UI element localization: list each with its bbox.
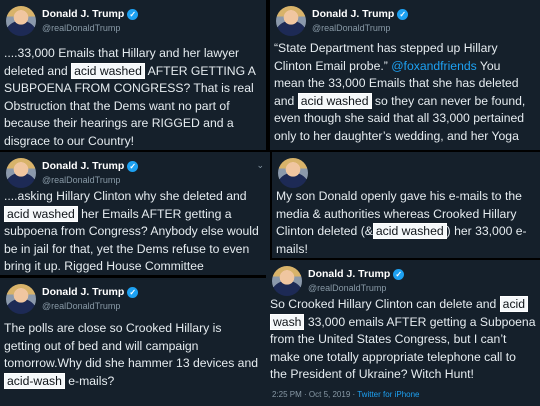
tweet-text: ....33,000 Emails that Hillary and her l… bbox=[4, 45, 266, 150]
highlighted-phrase: wash bbox=[270, 313, 305, 330]
highlighted-phrase: acid washed bbox=[372, 223, 447, 239]
avatar[interactable] bbox=[6, 284, 36, 314]
tweet-line: only to her daughter’s wedding, and her … bbox=[274, 128, 519, 143]
tweet-line: Clinton deleted (& acid washed) her 33,00… bbox=[276, 223, 527, 239]
author-handle[interactable]: @realDonaldTrump bbox=[42, 175, 120, 185]
tweet-line: and acid washed so they can never be fou… bbox=[274, 92, 526, 109]
tweet-timestamp: 2:25 PM · Oct 5, 2019 · Twitter for iPho… bbox=[272, 390, 419, 399]
tweet-text: The polls are close so Crooked Hillary i… bbox=[4, 320, 266, 390]
tweet-line: Clinton Email probe.” @foxandfriends You bbox=[274, 58, 501, 73]
verified-badge-icon: ✓ bbox=[127, 160, 139, 172]
tweet-line: mails! bbox=[276, 241, 308, 256]
tweet-line: Obstruction that the Dems want no part o… bbox=[4, 98, 230, 113]
tweet-text: My son Donald openly gave his e-mails to… bbox=[276, 188, 540, 258]
avatar[interactable] bbox=[6, 158, 36, 188]
tweet-line: acid washed her Emails AFTER getting a bbox=[4, 205, 270, 224]
tweet-line: disgrace to our Country! bbox=[4, 133, 135, 148]
tweet-line: be in jail for that, yet the Dems refuse… bbox=[4, 241, 250, 256]
highlighted-phrase: acid washed bbox=[71, 62, 145, 79]
tweet-text: So Crooked Hillary Clinton can delete an… bbox=[270, 296, 540, 384]
highlighted-phrase: acid bbox=[499, 296, 529, 312]
author-name[interactable]: Donald J. Trump ✓ bbox=[42, 286, 139, 298]
tweet-card[interactable]: Donald J. Trump ✓ @realDonaldTrump The po… bbox=[0, 278, 266, 406]
tweet-card[interactable]: Donald J. Trump ✓ @realDonaldTrump ⌄ ....… bbox=[0, 152, 270, 275]
tweet-line: even though she said that all 33,000 per… bbox=[274, 111, 525, 125]
tweet-line: “State Department has stepped up Hillary bbox=[274, 41, 498, 55]
tweet-line: The polls are close so Crooked Hillary i… bbox=[4, 321, 222, 335]
tweet-line: wash 33,000 emails AFTER getting a Subpo… bbox=[270, 313, 540, 332]
tweet-text: ....asking Hillary Clinton why she delet… bbox=[4, 188, 270, 275]
tweet-line: My son Donald openly gave his e-mails to… bbox=[276, 189, 522, 203]
avatar[interactable] bbox=[6, 6, 36, 36]
tweet-header: Donald J. Trump ✓ @realDonaldTrump bbox=[276, 6, 534, 40]
tweet-header: Donald J. Trump ✓ @realDonaldTrump bbox=[272, 266, 534, 300]
verified-badge-icon: ✓ bbox=[127, 8, 139, 20]
author-handle[interactable]: @realDonaldTrump bbox=[308, 283, 386, 293]
highlighted-phrase: acid-wash bbox=[4, 372, 65, 389]
tweet-line: deleted and acid washed AFTER GETTING A bbox=[4, 62, 256, 79]
tweet-line: SUBPOENA FROM CONGRESS? That is real bbox=[4, 81, 254, 95]
tweet-line: tomorrow.Why did she hammer 13 devices a… bbox=[4, 356, 259, 370]
avatar[interactable] bbox=[276, 6, 306, 36]
verified-badge-icon: ✓ bbox=[397, 8, 409, 20]
highlighted-phrase: acid washed bbox=[4, 205, 78, 222]
tweet-line: ....33,000 Emails that Hillary and her l… bbox=[4, 46, 240, 60]
tweet-card[interactable]: Donald J. Trump ✓ @realDonaldTrump “State… bbox=[270, 0, 540, 150]
author-name[interactable]: Donald J. Trump ✓ bbox=[308, 268, 405, 280]
mention-link[interactable]: @foxandfriends bbox=[391, 59, 477, 73]
avatar[interactable] bbox=[278, 158, 308, 188]
verified-badge-icon: ✓ bbox=[393, 268, 405, 280]
tweet-header bbox=[278, 158, 534, 192]
tweet-line: make one totally appropriate telephone c… bbox=[270, 349, 516, 364]
author-handle[interactable]: @realDonaldTrump bbox=[312, 23, 390, 33]
tweet-line: ....asking Hillary Clinton why she delet… bbox=[4, 189, 247, 203]
tweet-text: “State Department has stepped up Hillary… bbox=[274, 40, 540, 145]
author-name[interactable]: Donald J. Trump ✓ bbox=[312, 8, 409, 20]
tweet-line: the President of Ukraine? Witch Hunt! bbox=[270, 367, 474, 381]
author-name[interactable]: Donald J. Trump ✓ bbox=[42, 8, 139, 20]
tweet-card[interactable]: Donald J. Trump ✓ @realDonaldTrump So Cro… bbox=[266, 260, 540, 406]
tweet-card[interactable]: Donald J. Trump ✓ @realDonaldTrump ....33… bbox=[0, 0, 266, 150]
chevron-down-icon[interactable]: ⌄ bbox=[256, 160, 264, 171]
tweet-line: getting out of bed and will campaign bbox=[4, 338, 199, 353]
tweet-line: subpoena from Congress? Anybody else wou… bbox=[4, 224, 259, 238]
avatar[interactable] bbox=[272, 266, 302, 296]
tweet-line: from the United States Congress, but I c… bbox=[270, 332, 507, 346]
author-handle[interactable]: @realDonaldTrump bbox=[42, 301, 120, 311]
tweet-line: media & authorities whereas Crooked Hill… bbox=[276, 206, 517, 221]
author-name[interactable]: Donald J. Trump ✓ bbox=[42, 160, 139, 172]
timestamp-text[interactable]: 2:25 PM · Oct 5, 2019 · bbox=[272, 390, 357, 399]
tweet-card[interactable]: My son Donald openly gave his e-mails to… bbox=[272, 152, 540, 258]
tweet-header: Donald J. Trump ✓ @realDonaldTrump ⌄ bbox=[6, 158, 264, 192]
source-link[interactable]: Twitter for iPhone bbox=[357, 390, 419, 399]
tweet-line: bring it up. Rigged House Committee bbox=[4, 259, 204, 273]
tweet-header: Donald J. Trump ✓ @realDonaldTrump bbox=[6, 284, 260, 318]
highlighted-phrase: acid washed bbox=[297, 92, 372, 109]
verified-badge-icon: ✓ bbox=[127, 286, 139, 298]
tweet-header: Donald J. Trump ✓ @realDonaldTrump bbox=[6, 6, 260, 40]
tweet-line: because their hearings are RIGGED and a bbox=[4, 116, 234, 130]
tweet-line: acid-wash e-mails? bbox=[4, 372, 266, 391]
tweet-line: So Crooked Hillary Clinton can delete an… bbox=[270, 296, 540, 314]
author-handle[interactable]: @realDonaldTrump bbox=[42, 23, 120, 33]
tweet-line: mean the 33,000 Emails that she has dele… bbox=[274, 76, 519, 90]
